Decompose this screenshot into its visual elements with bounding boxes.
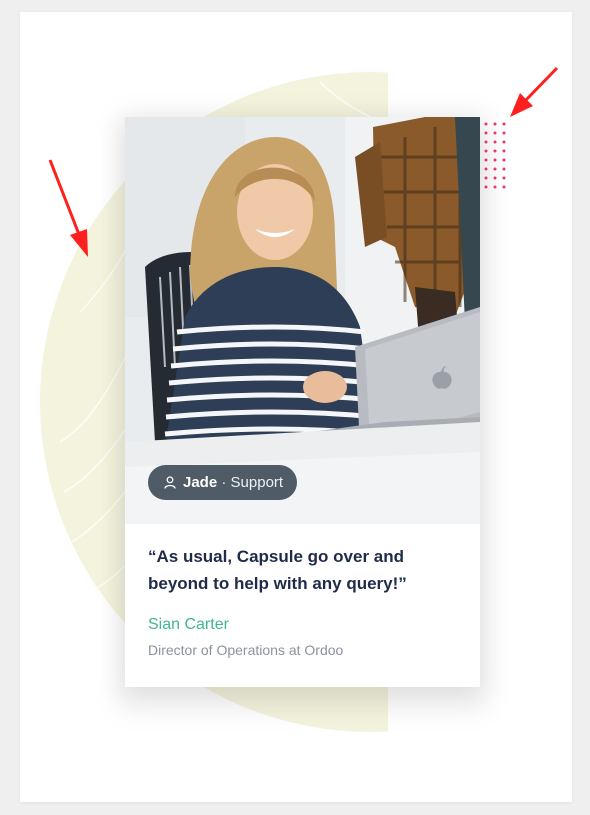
- testimonial-card: Jade · Support “As usual, Capsule go ove…: [125, 117, 480, 687]
- badge-name: Jade: [183, 474, 218, 491]
- author-title: Director of Operations at Ordoo: [148, 642, 344, 658]
- annotation-arrow-left: [48, 159, 88, 257]
- person-icon: [164, 476, 176, 489]
- testimonial-content: “As usual, Capsule go over and beyond to…: [148, 543, 463, 658]
- staff-badge: Jade · Support: [148, 465, 298, 500]
- badge-separator: ·: [217, 474, 231, 491]
- badge-role: Support: [230, 474, 284, 491]
- annotation-arrow-right: [510, 66, 559, 117]
- testimonial-quote: “As usual, Capsule go over and beyond to…: [148, 547, 407, 593]
- testimonial-photo: Jade · Support: [125, 117, 480, 524]
- author-name: Sian Carter: [148, 616, 229, 633]
